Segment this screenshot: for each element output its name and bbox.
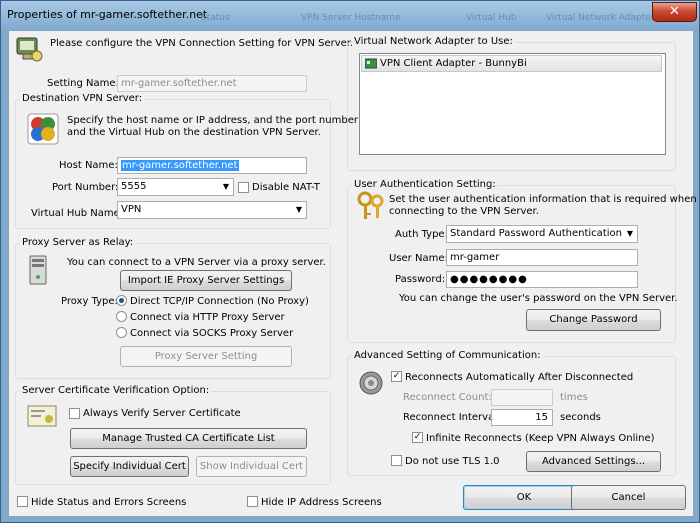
always-verify-label: Always Verify Server Certificate [83,408,241,419]
hide-ip-label: Hide IP Address Screens [261,497,382,508]
reconnect-label: Reconnects Automatically After Disconnec… [405,372,634,383]
host-name-input[interactable]: mr-gamer.softether.net [117,157,307,174]
proxy-direct-label: Direct TCP/IP Connection (No Proxy) [130,296,309,307]
gear-icon [359,371,383,395]
setting-name-label: Setting Name: [47,78,119,89]
proxy-socks-label: Connect via SOCKS Proxy Server [130,328,294,339]
username-label: User Name: [389,253,448,264]
reconnect-interval-label: Reconnect Interval: [403,412,501,423]
intro-text: Please configure the VPN Connection Sett… [50,38,354,49]
title-bar[interactable]: Properties of mr-gamer.softether.net Sta… [1,1,699,27]
port-number-select[interactable]: 5555 ▼ [117,178,234,196]
host-name-label: Host Name: [59,160,118,171]
reconnect-checkbox[interactable]: ✓ [391,371,402,382]
change-password-button[interactable]: Change Password [526,309,661,331]
advanced-settings-button[interactable]: Advanced Settings... [526,451,661,472]
proxy-type-label: Proxy Type: [61,296,118,307]
chevron-down-icon: ▼ [295,205,302,214]
reconnect-count-input[interactable] [491,389,553,406]
disable-natt-label: Disable NAT-T [252,182,320,193]
password-input[interactable]: ●●●●●●●● [446,271,638,288]
chevron-down-icon: ▼ [222,182,229,191]
username-input[interactable]: mr-gamer [446,249,638,266]
properties-window: Properties of mr-gamer.softether.net Sta… [0,0,700,523]
computer-settings-icon [16,37,43,62]
hide-ip-checkbox[interactable] [247,496,258,507]
infinite-reconnect-label: Infinite Reconnects (Keep VPN Always Onl… [426,433,655,444]
proxy-socks-radio[interactable] [116,327,127,338]
setting-name-field[interactable]: mr-gamer.softether.net [117,75,307,92]
globe-network-icon [27,113,59,145]
proxy-group-label: Proxy Server as Relay: [20,237,136,248]
hide-status-label: Hide Status and Errors Screens [31,497,187,508]
auth-type-label: Auth Type: [395,229,448,240]
auth-group-label: User Authentication Setting: [352,179,498,190]
ok-button[interactable]: OK [463,485,585,510]
server-icon [29,255,47,285]
close-button[interactable]: ✕ [652,2,697,22]
adapter-item-label: VPN Client Adapter - BunnyBi [380,58,527,69]
specify-individual-cert-button[interactable]: Specify Individual Cert [70,456,189,477]
auth-type-value: Standard Password Authentication [450,228,622,239]
show-individual-cert-button[interactable]: Show Individual Cert [196,456,307,477]
password-label: Password: [395,274,446,285]
chevron-down-icon: ▼ [626,229,633,238]
no-tls-label: Do not use TLS 1.0 [405,456,500,467]
network-adapter-icon [365,58,377,69]
keys-icon [357,191,384,219]
background-tab-hostname: VPN Server Hostname [301,13,401,23]
background-tab-hub: Virtual Hub [466,13,517,23]
always-verify-checkbox[interactable] [69,408,80,419]
auth-description-line2: connecting to the VPN Server. [389,206,539,217]
proxy-description: You can connect to a VPN Server via a pr… [67,257,326,268]
virtual-hub-select[interactable]: VPN ▼ [117,201,307,219]
proxy-http-radio[interactable] [116,311,127,322]
list-item[interactable]: VPN Client Adapter - BunnyBi [361,55,662,72]
virtual-hub-value: VPN [121,204,142,215]
dialog-client-area: Please configure the VPN Connection Sett… [8,30,697,517]
times-label: times [560,392,588,403]
reconnect-count-label: Reconnect Count: [403,392,492,403]
import-ie-proxy-button[interactable]: Import IE Proxy Server Settings [120,270,292,291]
change-password-note: You can change the user's password on th… [399,293,678,304]
background-tab-status: Status [201,13,230,23]
destination-description-line2: and the Virtual Hub on the destination V… [67,127,321,138]
reconnect-interval-input[interactable]: 15 [491,409,553,426]
destination-description-line1: Specify the host name or IP address, and… [67,115,358,126]
cancel-button[interactable]: Cancel [571,485,686,510]
seconds-label: seconds [560,412,601,423]
certificate-icon [27,405,57,427]
proxy-http-label: Connect via HTTP Proxy Server [130,312,285,323]
host-name-value: mr-gamer.softether.net [121,160,239,171]
auth-type-select[interactable]: Standard Password Authentication ▼ [446,225,638,243]
infinite-reconnect-checkbox[interactable]: ✓ [412,432,423,443]
adapter-group-label: Virtual Network Adapter to Use: [352,36,515,47]
proxy-server-setting-button[interactable]: Proxy Server Setting [120,346,292,367]
virtual-hub-label: Virtual Hub Name: [31,208,124,219]
disable-natt-checkbox[interactable] [238,182,249,193]
no-tls-checkbox[interactable] [391,455,402,466]
port-number-value: 5555 [121,181,147,192]
certificate-group-label: Server Certificate Verification Option: [20,385,212,396]
manage-ca-certificate-button[interactable]: Manage Trusted CA Certificate List [70,428,307,449]
advanced-group-label: Advanced Setting of Communication: [352,350,543,361]
port-number-label: Port Number: [52,182,119,193]
destination-group-label: Destination VPN Server: [20,93,145,104]
background-tab-adapter: Virtual Network Adapter [546,13,655,23]
hide-status-checkbox[interactable] [17,496,28,507]
proxy-direct-radio[interactable] [116,295,127,306]
auth-description-line1: Set the user authentication information … [389,194,697,205]
window-title: Properties of mr-gamer.softether.net [7,8,208,21]
adapter-list[interactable]: VPN Client Adapter - BunnyBi [359,53,666,155]
